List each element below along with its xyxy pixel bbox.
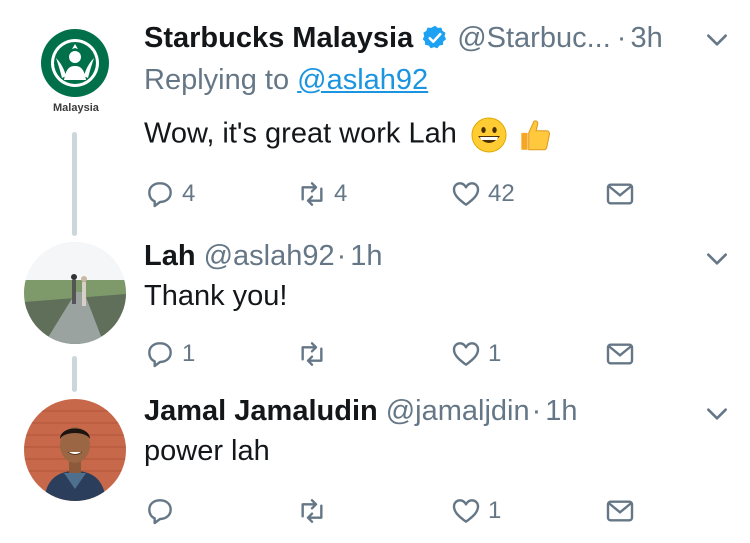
- starbucks-logo: [41, 29, 109, 97]
- tweet-text: Wow, it's great work Lah: [144, 116, 553, 154]
- avatar-photo: [24, 242, 126, 344]
- retweet-count: 4: [334, 180, 348, 207]
- separator-dot: ·: [336, 239, 347, 272]
- replying-to-link[interactable]: @aslah92: [297, 64, 428, 96]
- display-name[interactable]: Starbucks Malaysia: [144, 22, 413, 55]
- tweet-lah: Lah @aslah92 · 1h Thank you! 1 1: [0, 240, 750, 395]
- reply-count: 4: [182, 180, 196, 207]
- retweet-icon: [301, 182, 323, 206]
- direct-message-button[interactable]: [604, 176, 636, 212]
- thread-line: [72, 356, 77, 392]
- like-icon: [452, 182, 480, 206]
- replying-to: Replying to @aslah92: [144, 64, 428, 97]
- tweet-jamal: Jamal Jamaludin @jamaljdin · 1h power la…: [0, 395, 750, 543]
- reply-icon: [148, 499, 172, 525]
- chevron-down-icon[interactable]: [704, 401, 730, 427]
- verified-badge-icon: [422, 25, 447, 49]
- display-name[interactable]: Jamal Jamaludin: [144, 395, 378, 428]
- like-count: 1: [488, 497, 502, 524]
- tweet-actions: 1: [144, 493, 644, 529]
- tweet-header: Jamal Jamaludin @jamaljdin · 1h: [144, 391, 578, 431]
- avatar-caption: Malaysia: [53, 102, 99, 114]
- separator-dot: ·: [531, 394, 542, 427]
- display-name[interactable]: Lah: [144, 240, 196, 273]
- direct-message-icon: [606, 500, 634, 522]
- reply-count: 1: [182, 340, 196, 367]
- retweet-button[interactable]: [296, 493, 334, 529]
- tweet-actions: 1 1: [144, 336, 644, 372]
- separator-dot: ·: [616, 21, 627, 54]
- retweet-icon: [301, 342, 323, 366]
- direct-message-icon: [606, 183, 634, 205]
- tweet-starbucks: Malaysia Starbucks Malaysia @Starbuc... …: [0, 0, 750, 240]
- avatar-starbucks[interactable]: [40, 28, 110, 98]
- avatar-jamal[interactable]: [24, 399, 126, 501]
- tweet-text-content: Wow, it's great work Lah: [144, 117, 457, 150]
- direct-message-button[interactable]: [604, 493, 636, 529]
- tweet-actions: 4 4 42: [144, 176, 644, 212]
- thumbs-up-emoji: [521, 120, 550, 151]
- like-icon: [452, 499, 480, 523]
- like-button[interactable]: 42: [450, 176, 515, 212]
- like-count: 1: [488, 340, 502, 367]
- grinning-face-emoji: [471, 117, 507, 153]
- like-count: 42: [488, 180, 515, 207]
- retweet-icon: [301, 499, 323, 523]
- handle[interactable]: @aslah92: [204, 240, 335, 273]
- reply-icon: [148, 342, 172, 368]
- retweet-button[interactable]: [296, 336, 334, 372]
- reply-button[interactable]: 1: [144, 336, 195, 372]
- avatar-photo: [24, 399, 126, 501]
- tweet-header: Starbucks Malaysia @Starbuc... · 3h: [144, 18, 663, 58]
- tweet-header: Lah @aslah92 · 1h: [144, 236, 383, 276]
- tweet-text: power lah: [144, 435, 270, 467]
- chevron-down-icon[interactable]: [704, 27, 730, 53]
- tweet-text: Thank you!: [144, 280, 288, 312]
- reply-button[interactable]: [144, 493, 182, 529]
- reply-button[interactable]: 4: [144, 176, 195, 212]
- timestamp[interactable]: 1h: [350, 240, 382, 273]
- reply-icon: [148, 182, 172, 208]
- avatar-lah[interactable]: [24, 242, 126, 344]
- retweet-button[interactable]: 4: [296, 176, 347, 212]
- handle[interactable]: @Starbuc...: [457, 22, 611, 55]
- timestamp[interactable]: 3h: [630, 22, 662, 55]
- like-icon: [452, 342, 480, 366]
- direct-message-icon: [606, 343, 634, 365]
- thread-line: [72, 132, 77, 236]
- handle[interactable]: @jamaljdin: [386, 395, 530, 428]
- like-button[interactable]: 1: [450, 493, 501, 529]
- like-button[interactable]: 1: [450, 336, 501, 372]
- chevron-down-icon[interactable]: [704, 246, 730, 272]
- timestamp[interactable]: 1h: [545, 395, 577, 428]
- direct-message-button[interactable]: [604, 336, 636, 372]
- replying-to-label: Replying to: [144, 64, 290, 96]
